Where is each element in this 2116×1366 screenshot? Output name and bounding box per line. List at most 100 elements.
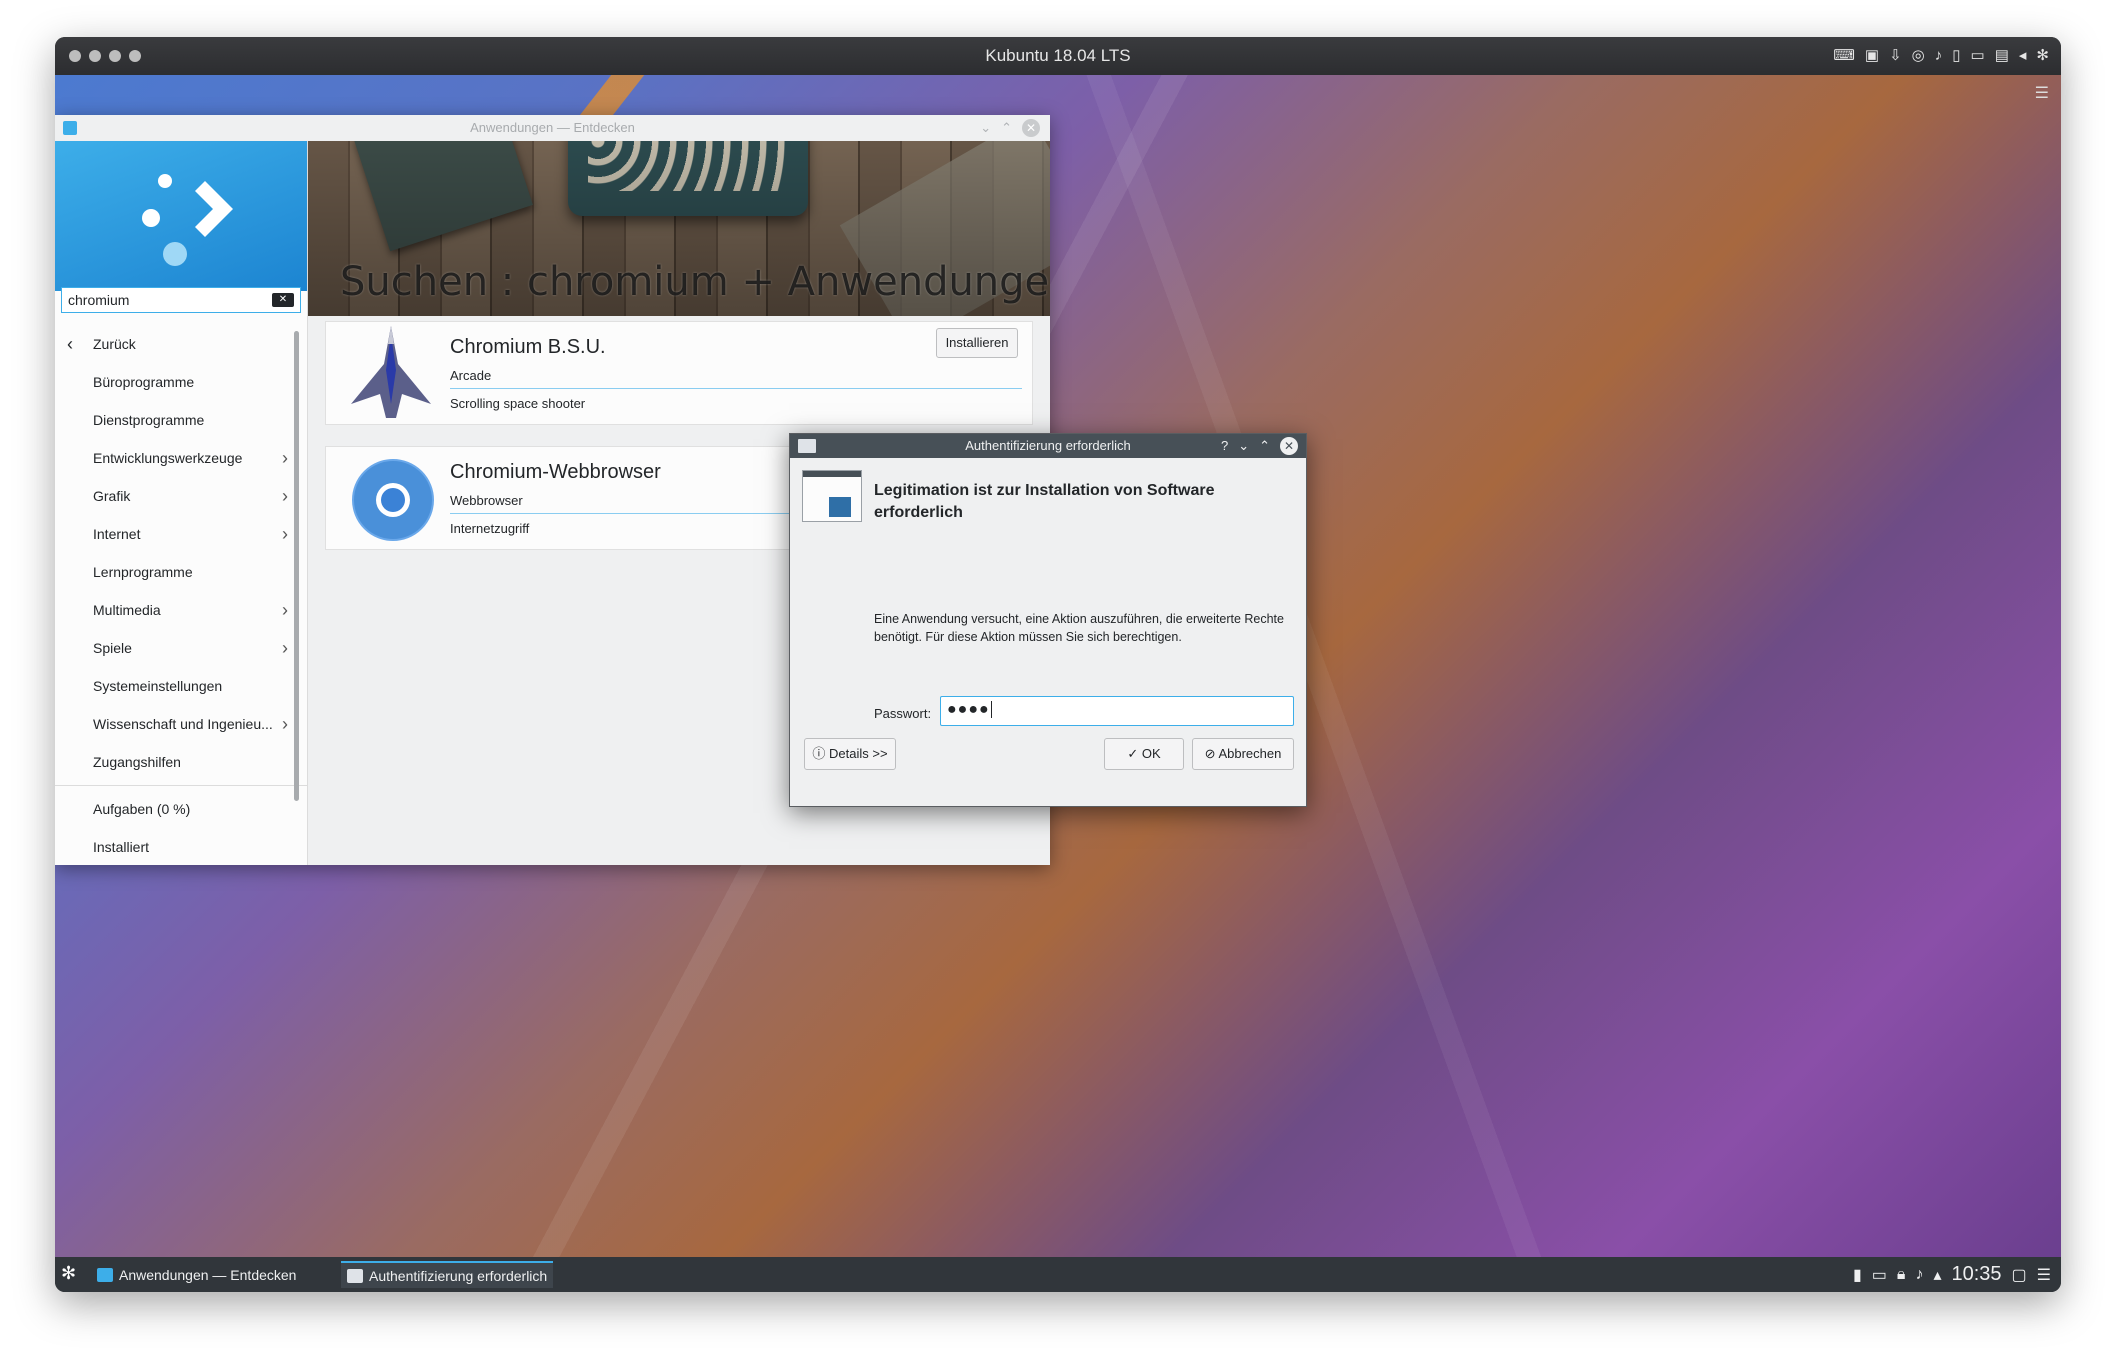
password-value: ●●●●: [947, 701, 990, 718]
close-icon[interactable]: ✕: [1280, 437, 1298, 455]
sidebar-scrollbar[interactable]: [294, 331, 299, 801]
discover-logo: [55, 141, 307, 291]
category-item-zugangshilfen[interactable]: Zugangshilfen: [55, 743, 308, 781]
category-item-wissenschaft[interactable]: Wissenschaft und Ingenieu... ›: [55, 705, 308, 743]
tasks-item[interactable]: Aufgaben (0 %): [55, 790, 308, 828]
clock[interactable]: 10:35: [1951, 1263, 2001, 1286]
discover-titlebar[interactable]: Anwendungen — Entdecken ⌄ ⌃ ✕: [55, 115, 1050, 141]
minimize-icon[interactable]: ⌄: [980, 115, 991, 141]
installed-item[interactable]: Installiert: [55, 828, 308, 866]
cancel-icon: ⊘: [1204, 746, 1216, 761]
chevron-right-icon: ›: [282, 448, 288, 468]
system-tray: ▮ ▭ 🔒︎ ♪ ▴ 10:35 ▢ ☰: [1853, 1257, 2051, 1292]
password-label: Passwort:: [874, 706, 932, 721]
chevron-right-icon: ›: [282, 638, 288, 658]
ok-label: OK: [1141, 746, 1161, 761]
tray-expand-icon[interactable]: ▴: [1933, 1265, 1941, 1285]
vm-toolbar: ⌨ ▣ ⇩ ◎ ♪ ▯ ▭ ▤ ◂ ✻: [1833, 37, 2049, 75]
task-auth[interactable]: Authentifizierung erforderlich: [341, 1261, 554, 1288]
minimize-icon[interactable]: ⌄: [1238, 434, 1249, 458]
folder-icon[interactable]: ▤: [1995, 37, 2009, 75]
tasks-label: Aufgaben (0 %): [93, 801, 191, 817]
back-label: Zurück: [93, 336, 136, 352]
chevron-left-icon: ‹: [67, 334, 73, 354]
rating-line: [450, 388, 1022, 389]
lock-icon[interactable]: 🔒︎: [1897, 1266, 1906, 1284]
discover-app-icon: [97, 1267, 113, 1282]
vm-window: Kubuntu 18.04 LTS ⌨ ▣ ⇩ ◎ ♪ ▯ ▭ ▤ ◂ ✻ ☰ …: [55, 37, 2061, 1292]
spaceship-icon: [351, 326, 431, 418]
keyboard-icon[interactable]: ⌨: [1833, 37, 1855, 75]
lock-icon: [802, 470, 862, 522]
rating-line: [450, 513, 810, 514]
category-label: Multimedia: [93, 602, 161, 618]
window-dots[interactable]: [69, 37, 141, 75]
disc-icon[interactable]: ◎: [1912, 37, 1925, 75]
gear-icon[interactable]: ✻: [2036, 37, 2049, 75]
install-button[interactable]: Installieren: [936, 328, 1018, 358]
chevron-right-icon: ›: [282, 600, 288, 620]
search-banner: Suchen : chromium + Anwendungen: [308, 141, 1050, 316]
device-icon[interactable]: ▯: [1952, 37, 1960, 75]
dialog-heading: Legitimation ist zur Installation von So…: [874, 482, 1215, 521]
vm-titlebar: Kubuntu 18.04 LTS ⌨ ▣ ⇩ ◎ ♪ ▯ ▭ ▤ ◂ ✻: [55, 37, 2061, 75]
category-item-bueroprogramme[interactable]: Büroprogramme: [55, 363, 308, 401]
chevron-right-icon: ›: [282, 524, 288, 544]
app-name: Chromium B.S.U.: [450, 336, 606, 358]
search-input[interactable]: chromium ✕: [61, 287, 301, 313]
app-name: Chromium-Webbrowser: [450, 461, 661, 483]
kde-menu-icon[interactable]: ✻: [61, 1263, 83, 1285]
app-description: Scrolling space shooter: [450, 396, 586, 411]
camera-icon[interactable]: ▭: [1971, 37, 1985, 75]
password-field[interactable]: ●●●●: [940, 696, 1294, 726]
help-icon[interactable]: ?: [1221, 434, 1228, 458]
desktop-menu-icon[interactable]: ☰: [2035, 83, 2049, 103]
category-item-dienstprogramme[interactable]: Dienstprogramme: [55, 401, 308, 439]
category-label: Lernprogramme: [93, 564, 193, 580]
divider: [55, 785, 308, 786]
audio-icon[interactable]: ♪: [1935, 37, 1943, 75]
category-item-entwicklungswerkzeuge[interactable]: Entwicklungswerkzeuge ›: [55, 439, 308, 477]
page-title: Suchen : chromium + Anwendungen: [340, 259, 1050, 305]
result-card-chromium-bsu[interactable]: Chromium B.S.U. Arcade Scrolling space s…: [325, 321, 1033, 425]
dialog-title: Authentifizierung erforderlich: [965, 438, 1131, 453]
close-icon[interactable]: ✕: [1022, 119, 1040, 137]
chevron-right-icon: ›: [282, 714, 288, 734]
task-discover[interactable]: Anwendungen — Entdecken: [91, 1261, 302, 1288]
discover-window-title: Anwendungen — Entdecken: [470, 120, 635, 135]
details-button[interactable]: ⓘ Details >>: [804, 738, 896, 770]
back-icon[interactable]: ◂: [2019, 37, 2027, 75]
show-desktop-icon[interactable]: ▢: [2012, 1265, 2027, 1285]
maximize-icon[interactable]: ⌃: [1259, 434, 1270, 458]
category-item-systemeinstellungen[interactable]: Systemeinstellungen: [55, 667, 308, 705]
installed-label: Installiert: [93, 839, 150, 855]
panel-menu-icon[interactable]: ☰: [2037, 1265, 2051, 1285]
category-item-spiele[interactable]: Spiele ›: [55, 629, 308, 667]
cpu-icon[interactable]: ▣: [1865, 37, 1879, 75]
category-nav: ‹ Zurück Büroprogramme Dienstprogramme E…: [55, 325, 308, 866]
vm-title: Kubuntu 18.04 LTS: [985, 46, 1131, 65]
category-item-lernprogramme[interactable]: Lernprogramme: [55, 553, 308, 591]
task-label: Authentifizierung erforderlich: [369, 1267, 548, 1284]
chromium-icon: [352, 459, 434, 541]
details-label: Details >>: [829, 746, 888, 761]
dialog-titlebar[interactable]: Authentifizierung erforderlich ? ⌄ ⌃ ✕: [790, 434, 1306, 458]
category-label: Entwicklungswerkzeuge: [93, 450, 243, 466]
usb-icon[interactable]: ▮: [1853, 1265, 1862, 1285]
volume-icon[interactable]: ♪: [1915, 1266, 1923, 1284]
cancel-button[interactable]: ⊘ Abbrechen: [1192, 738, 1294, 770]
category-label: Systemeinstellungen: [93, 678, 223, 694]
category-item-grafik[interactable]: Grafik ›: [55, 477, 308, 515]
chevron-right-icon: ›: [282, 486, 288, 506]
category-item-internet[interactable]: Internet ›: [55, 515, 308, 553]
ok-button[interactable]: ✓ OK: [1104, 738, 1184, 770]
app-category: Webbrowser: [450, 493, 523, 508]
maximize-icon[interactable]: ⌃: [1001, 115, 1012, 141]
category-label: Dienstprogramme: [93, 412, 205, 428]
category-label: Zugangshilfen: [93, 754, 181, 770]
category-item-multimedia[interactable]: Multimedia ›: [55, 591, 308, 629]
back-button[interactable]: ‹ Zurück: [55, 325, 308, 363]
clear-search-icon[interactable]: ✕: [272, 293, 294, 307]
display-icon[interactable]: ▭: [1872, 1265, 1887, 1285]
usb-icon[interactable]: ⇩: [1889, 37, 1902, 75]
